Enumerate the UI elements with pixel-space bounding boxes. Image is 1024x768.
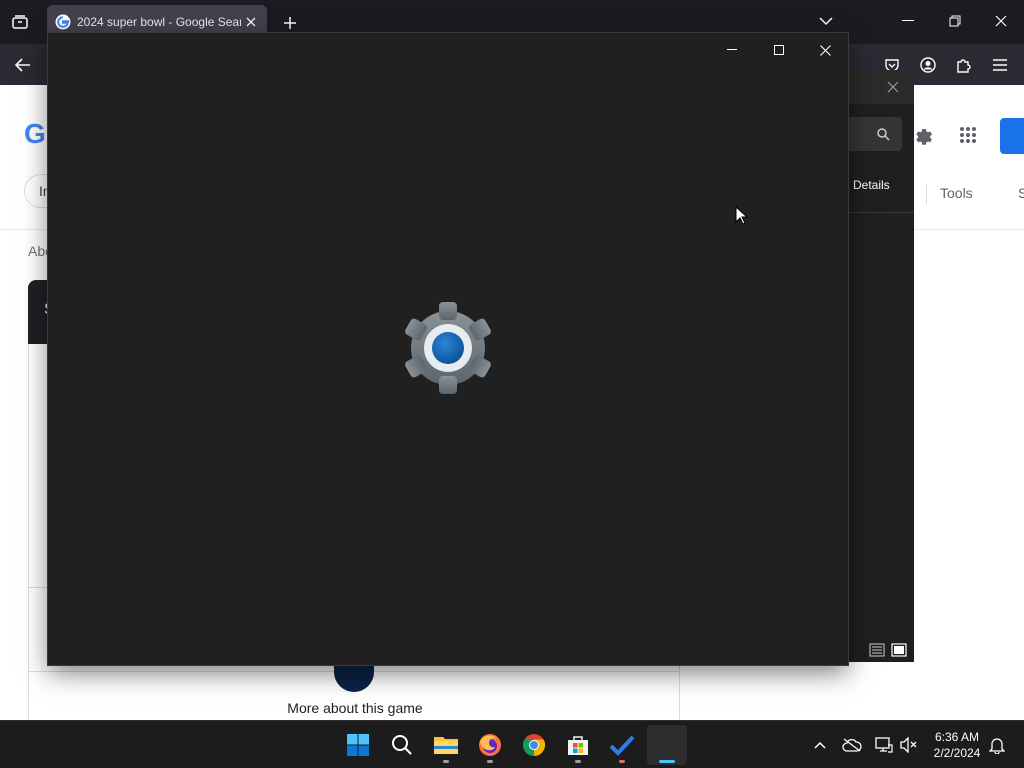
file-explorer-icon[interactable] (426, 725, 466, 765)
mouse-cursor-icon (735, 206, 749, 225)
search-icon (877, 128, 890, 141)
volume-muted-icon[interactable] (897, 733, 921, 757)
running-indicator (487, 760, 493, 763)
card-border (679, 665, 680, 720)
search-input[interactable] (848, 117, 902, 151)
background-window-titlebar (848, 70, 914, 104)
google-logo[interactable]: G (24, 118, 46, 150)
network-icon[interactable] (872, 733, 896, 757)
details-view-icon[interactable] (869, 642, 885, 658)
onedrive-icon[interactable] (840, 733, 864, 757)
list-all-tabs-icon[interactable] (815, 10, 837, 32)
running-indicator (619, 760, 625, 763)
settings-splash-window (48, 33, 848, 665)
extensions-icon[interactable] (951, 52, 977, 78)
firefox-icon[interactable] (470, 725, 510, 765)
back-arrow-icon[interactable] (10, 52, 36, 78)
maximize-icon[interactable] (756, 35, 802, 65)
clock-date: 2/2/2024 (933, 746, 981, 760)
running-indicator (575, 760, 581, 763)
minimize-icon[interactable] (709, 35, 755, 65)
browser-close-icon[interactable] (981, 6, 1021, 36)
running-indicator (443, 760, 449, 763)
notifications-bell-icon[interactable] (985, 733, 1009, 757)
tab-close-icon[interactable] (241, 12, 261, 32)
active-indicator (659, 760, 675, 763)
start-icon[interactable] (338, 725, 378, 765)
google-apps-icon[interactable] (955, 122, 981, 148)
clock-time: 6:36 AM (934, 730, 980, 744)
settings-app-icon[interactable] (647, 725, 687, 765)
background-app-window: Details (848, 70, 914, 662)
google-favicon-icon (55, 14, 71, 30)
browser-restore-icon[interactable] (935, 6, 975, 36)
new-tab-icon[interactable] (278, 11, 302, 35)
divider (926, 184, 927, 204)
tab-title: 2024 super bowl - Google Search (77, 15, 241, 29)
tiles-view-icon[interactable] (891, 642, 907, 658)
close-icon[interactable] (882, 76, 904, 98)
tools-button[interactable]: Tools (940, 185, 973, 201)
menu-icon[interactable] (987, 52, 1013, 78)
close-icon[interactable] (802, 35, 848, 65)
account-icon[interactable] (915, 52, 941, 78)
card-border (28, 344, 29, 720)
taskbar: 6:36 AM 2/2/2024 (0, 720, 1024, 768)
chrome-icon[interactable] (514, 725, 554, 765)
system-clock[interactable]: 6:36 AM 2/2/2024 (926, 729, 988, 761)
todo-icon[interactable] (602, 725, 642, 765)
safesearch-button[interactable]: S (1018, 185, 1024, 201)
tab-list-icon[interactable] (8, 10, 32, 34)
settings-gear-icon (405, 302, 491, 394)
microsoft-store-icon[interactable] (558, 725, 598, 765)
browser-minimize-icon[interactable] (888, 6, 928, 36)
search-icon[interactable] (382, 725, 422, 765)
more-about-link[interactable]: More about this game (230, 700, 480, 716)
chevron-up-icon[interactable] (808, 733, 832, 757)
divider (848, 212, 914, 213)
tab-details[interactable]: Details (853, 178, 890, 192)
card-divider (28, 587, 48, 588)
sign-in-button[interactable] (1000, 118, 1024, 154)
